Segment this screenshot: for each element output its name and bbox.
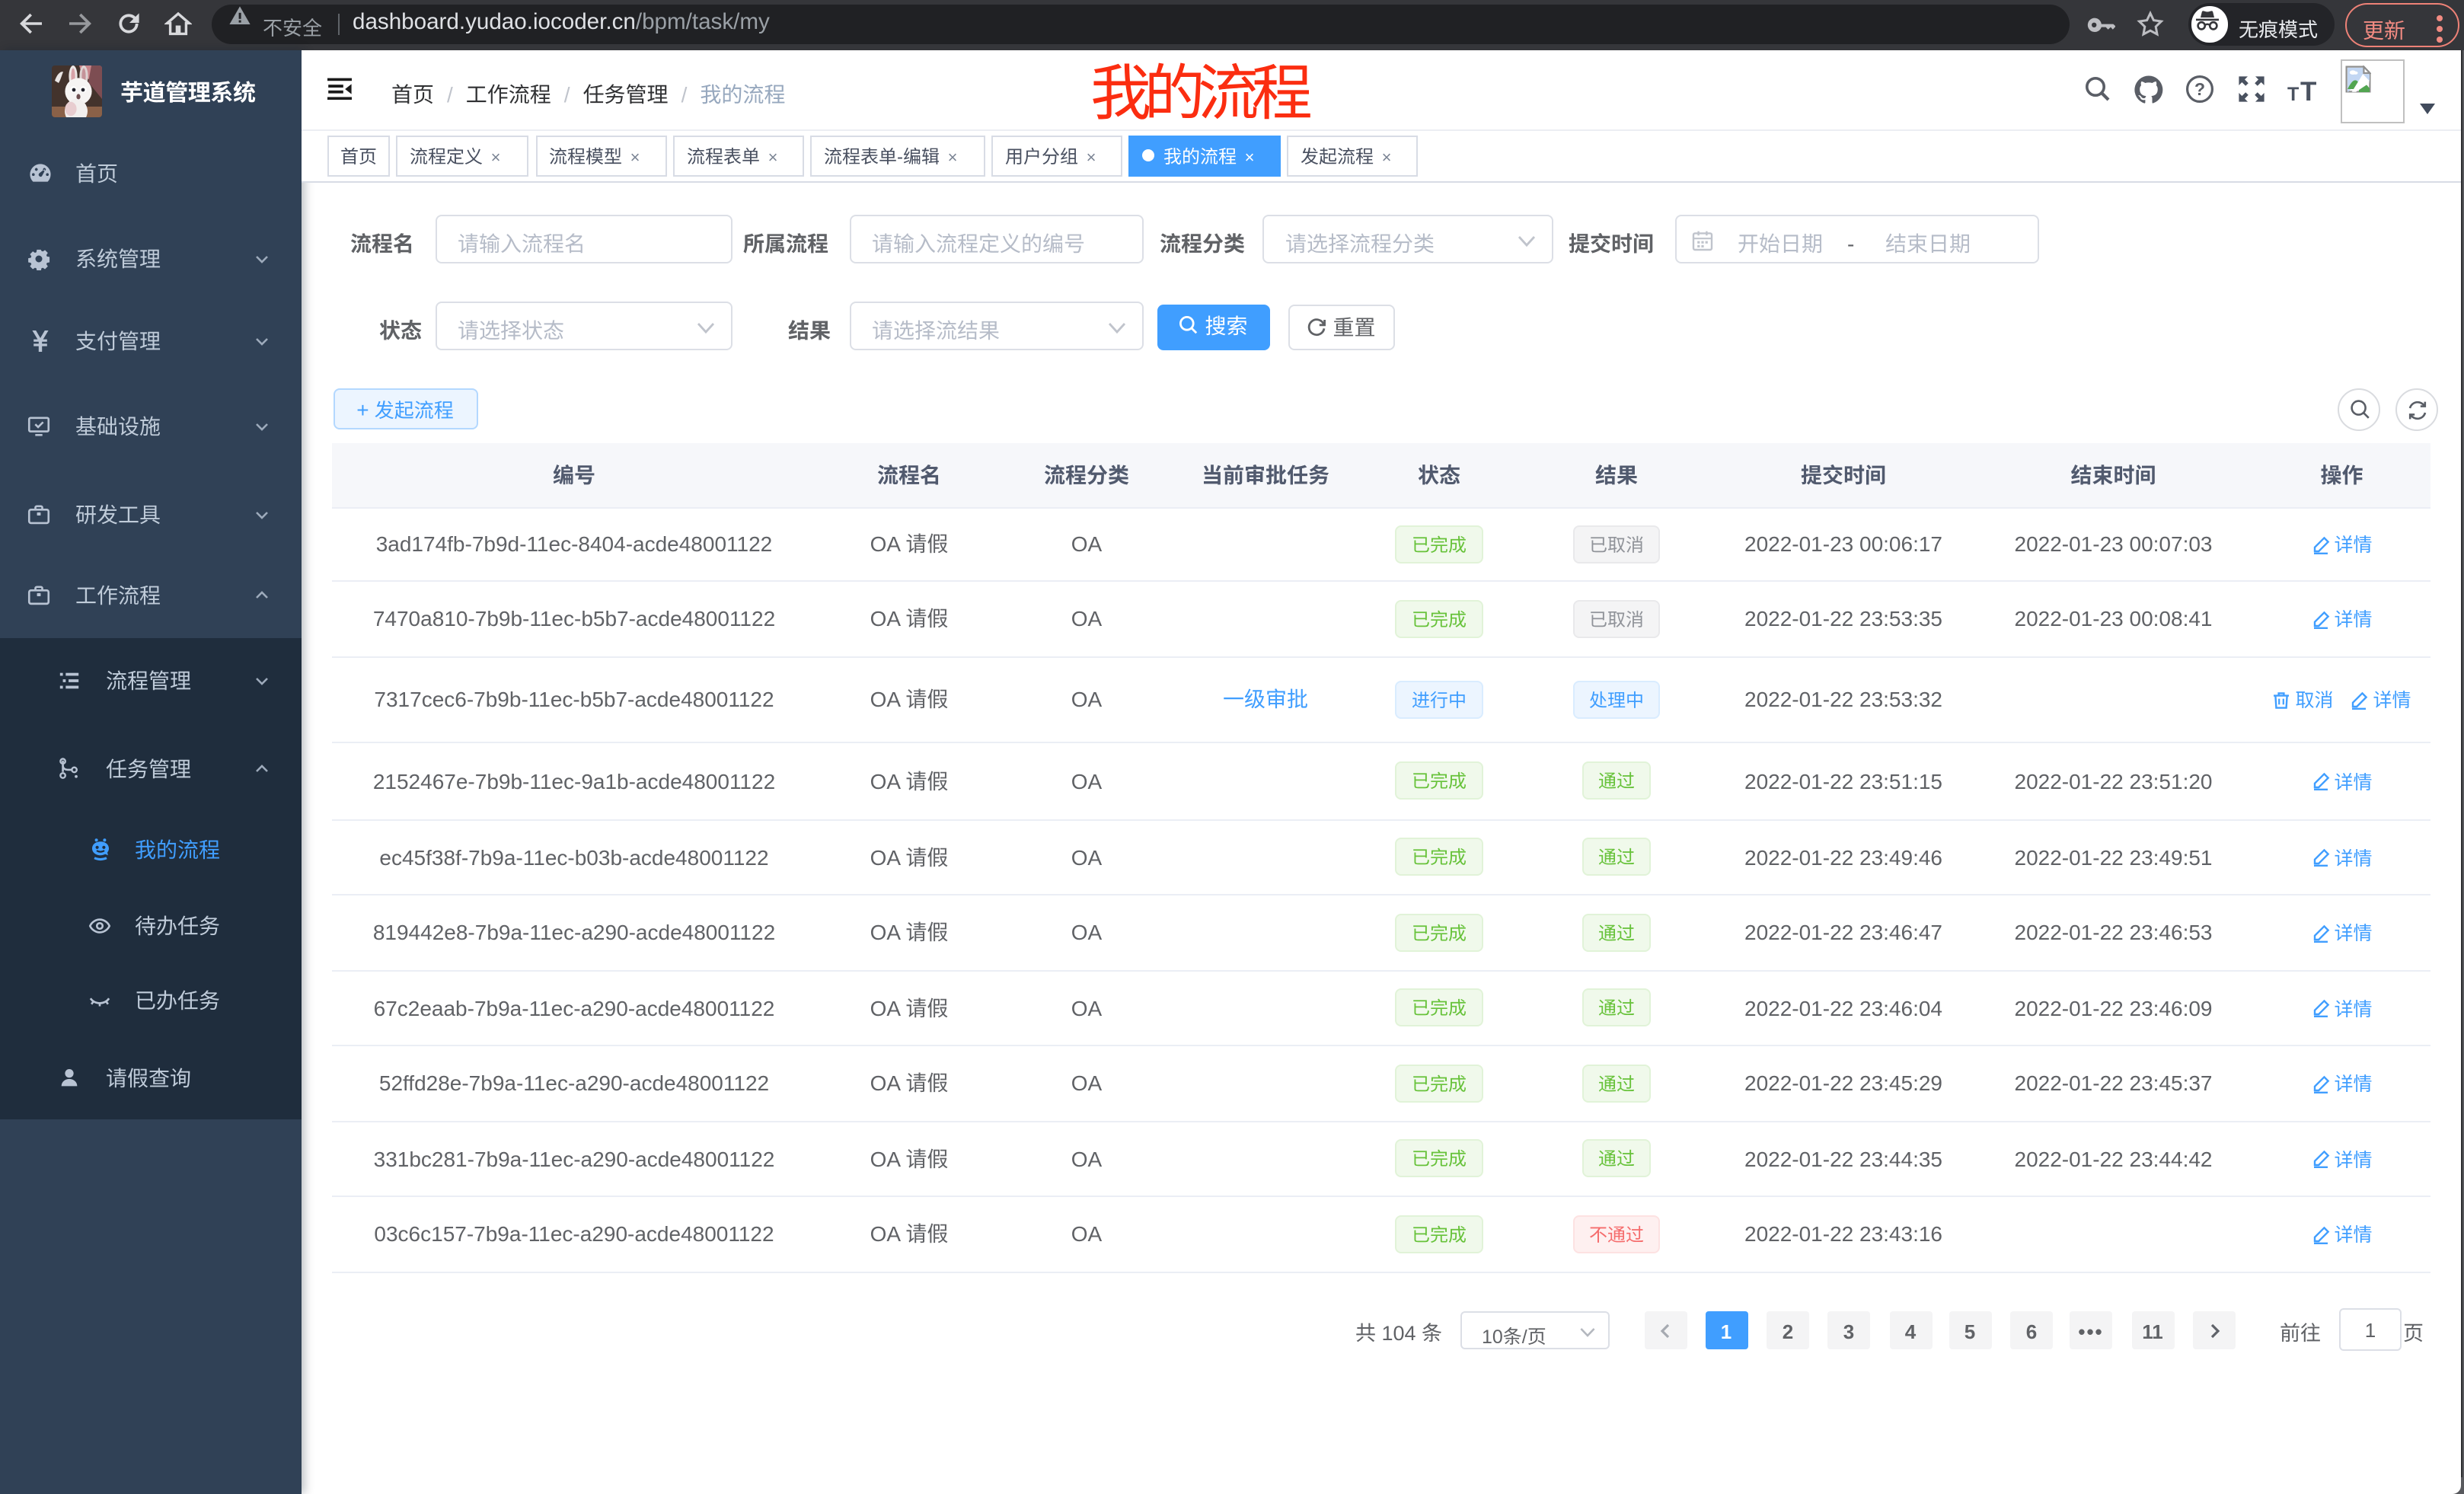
svg-text:T: T xyxy=(2287,84,2299,102)
svg-text:T: T xyxy=(2300,77,2316,102)
svg-text:?: ? xyxy=(2194,79,2205,99)
